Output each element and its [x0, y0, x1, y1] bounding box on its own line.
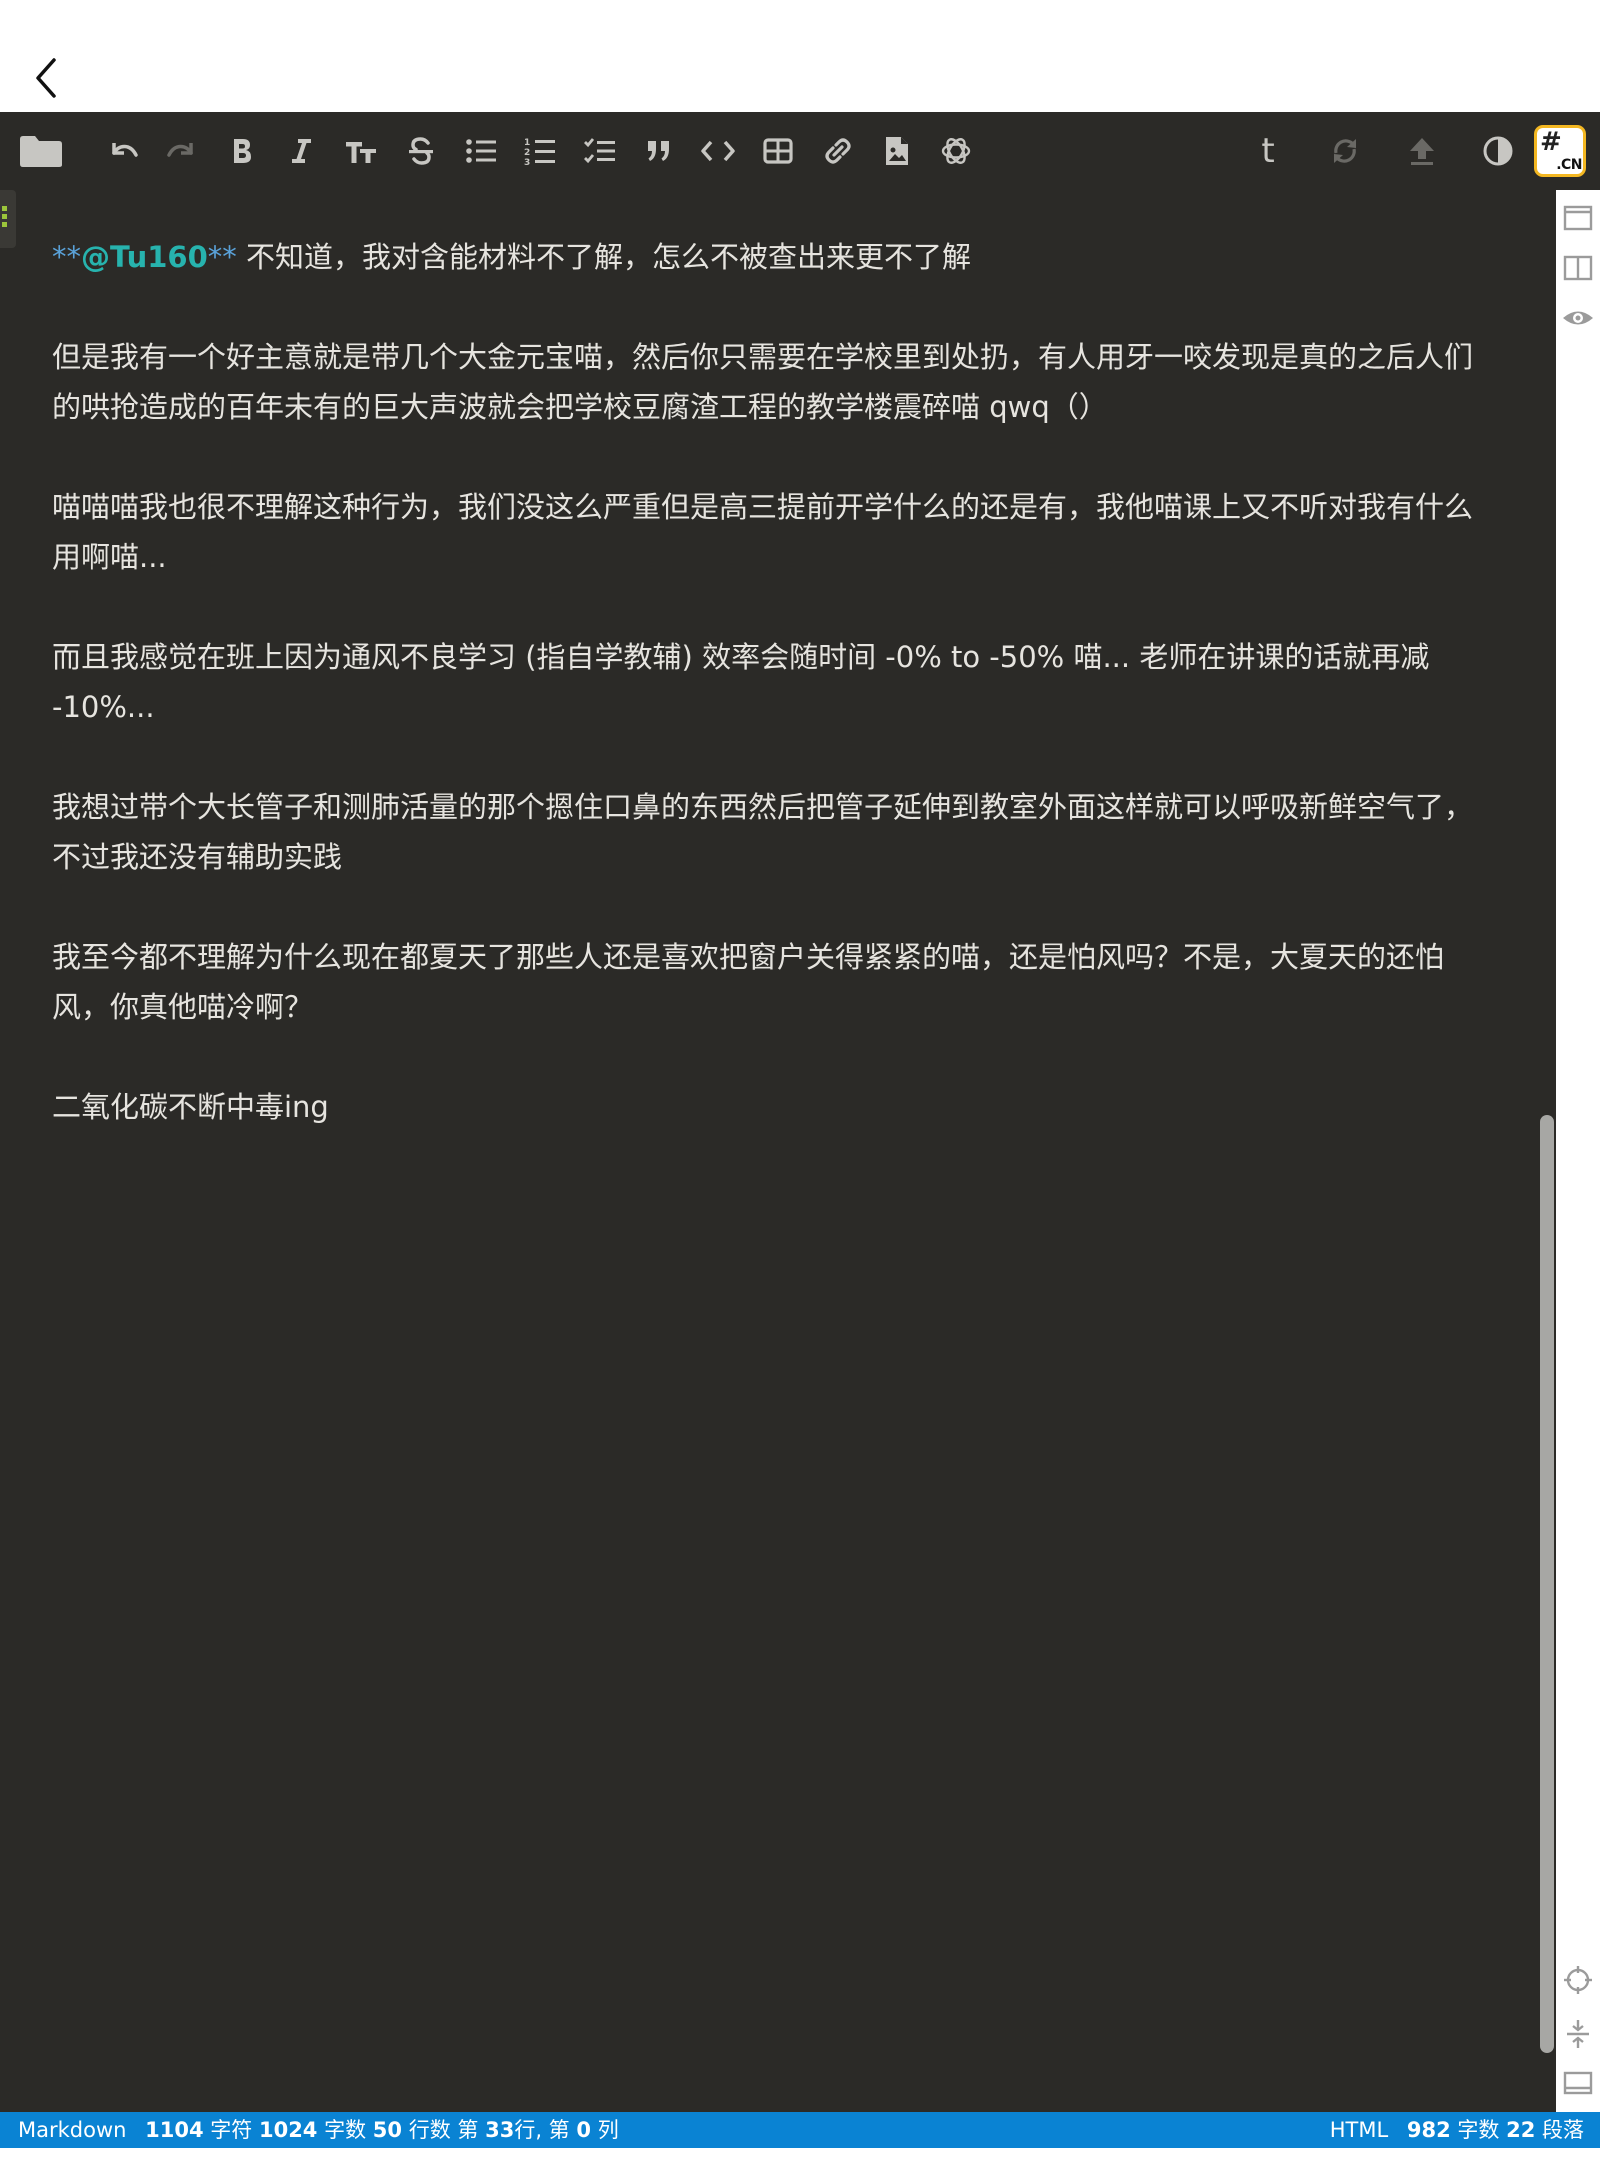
- svg-text:2: 2: [524, 148, 530, 158]
- editor-scrollbar[interactable]: [1540, 1115, 1554, 2053]
- paragraph-5: 我想过带个大长管子和测肺活量的那个摁住口鼻的东西然后把管子延伸到教室外面这样就可…: [52, 790, 1474, 874]
- markdown-bold-marker: **: [52, 240, 81, 274]
- user-mention: @Tu160: [81, 240, 208, 274]
- paragraph-6: 我至今都不理解为什么现在都夏天了那些人还是喜欢把窗户关得紧紧的喵，还是怕风吗？不…: [52, 940, 1445, 1024]
- site-logo: # .CN: [1537, 128, 1583, 174]
- paragraph-1: **@Tu160** 不知道，我对含能材料不了解，怎么不被查出来更不了解: [52, 232, 1492, 282]
- theme-button[interactable]: [1473, 126, 1523, 176]
- sync-icon: [1334, 139, 1356, 163]
- top-bar: [0, 0, 1600, 112]
- view-sidebar: [1556, 190, 1600, 2112]
- strikethrough-icon: [409, 137, 433, 165]
- image-button[interactable]: [872, 126, 922, 176]
- redo-icon: [167, 143, 193, 157]
- editor-mode: Markdown: [18, 2118, 127, 2142]
- image-icon: [886, 137, 908, 165]
- svg-text:3: 3: [524, 158, 530, 166]
- sync-scroll-button[interactable]: [1560, 2016, 1596, 2052]
- paragraph-count-label: 段落: [1542, 2118, 1584, 2142]
- markdown-bold-marker-close: **: [207, 240, 237, 274]
- bullet-list-icon: [466, 139, 496, 163]
- status-left: Markdown 1104 字符 1024 字数 50 行数 第 33行, 第 …: [18, 2112, 619, 2148]
- word-count-label: 字数: [324, 2118, 367, 2142]
- table-button[interactable]: [753, 126, 803, 176]
- char-count-label: 字符: [210, 2118, 253, 2142]
- ai-button[interactable]: [931, 126, 981, 176]
- bottom-area: [0, 2148, 1600, 2176]
- bold-icon: [234, 139, 251, 163]
- status-right: HTML 982 字数 22 段落: [1330, 2112, 1584, 2148]
- split-view-icon: [1563, 255, 1593, 281]
- cursor-pos-prefix: 第: [457, 2118, 479, 2142]
- quote-button[interactable]: [634, 126, 684, 176]
- upload-button[interactable]: [1397, 126, 1447, 176]
- paragraph-7: 二氧化碳不断中毒ing: [52, 1090, 329, 1124]
- split-view-button[interactable]: [1560, 250, 1596, 286]
- cursor-col: 0: [576, 2118, 591, 2142]
- quote-icon: [648, 141, 669, 161]
- preview-icon: [1563, 311, 1593, 325]
- redo-button[interactable]: [157, 126, 207, 176]
- bullet-list-button[interactable]: [456, 126, 506, 176]
- paragraph-4: 而且我感觉在班上因为通风不良学习 (指自学教辅) 效率会随时间 -0% to -…: [52, 640, 1430, 724]
- preview-button[interactable]: [1560, 300, 1596, 336]
- link-button[interactable]: [813, 126, 863, 176]
- preview-word-count: 982: [1406, 2118, 1451, 2142]
- cursor-line-label: 行, 第: [514, 2118, 570, 2142]
- strikethrough-button[interactable]: [396, 126, 446, 176]
- bold-button[interactable]: [217, 126, 267, 176]
- ai-icon: [941, 138, 971, 164]
- table-icon: [763, 138, 793, 164]
- upload-icon: [1410, 138, 1434, 165]
- editor-only-button[interactable]: [1560, 200, 1596, 236]
- line-count: 50: [372, 2118, 403, 2142]
- editor-only-icon: [1563, 205, 1593, 231]
- code-button[interactable]: [693, 126, 743, 176]
- chevron-left-icon: [36, 58, 56, 98]
- char-count: 1104: [145, 2118, 204, 2142]
- folder-icon: [20, 136, 62, 167]
- paragraph-count: 22: [1506, 2118, 1536, 2142]
- numbered-list-icon: 1 2 3: [524, 138, 555, 166]
- checklist-button[interactable]: [575, 126, 625, 176]
- status-bar: Markdown 1104 字符 1024 字数 50 行数 第 33行, 第 …: [0, 2112, 1600, 2148]
- logo-cn-text: .CN: [1556, 157, 1582, 173]
- undo-icon: [112, 143, 138, 157]
- sync-scroll-icon: [1567, 2020, 1589, 2048]
- editor-toolbar: 1 2 3 t: [0, 112, 1600, 190]
- word-count: 1024: [258, 2118, 318, 2142]
- site-logo-button[interactable]: # .CN: [1534, 125, 1586, 177]
- theme-icon: [1483, 136, 1513, 166]
- editor-content[interactable]: **@Tu160** 不知道，我对含能材料不了解，怎么不被查出来更不了解 但是我…: [52, 232, 1492, 1182]
- locate-button[interactable]: [1560, 1962, 1596, 1998]
- italic-button[interactable]: [276, 126, 326, 176]
- paragraph-1-text: 不知道，我对含能材料不了解，怎么不被查出来更不了解: [236, 240, 972, 274]
- heading-icon: [346, 142, 376, 163]
- paragraph-3: 喵喵喵我也很不理解这种行为，我们没这么严重但是高三提前开学什么的还是有，我他喵课…: [52, 490, 1474, 574]
- locate-icon: [1564, 1966, 1592, 1994]
- fullscreen-icon: [1563, 2071, 1593, 2095]
- preview-mode: HTML: [1329, 2118, 1389, 2142]
- cursor-line: 33: [485, 2118, 515, 2142]
- paragraph-2: 但是我有一个好主意就是带几个大金元宝喵，然后你只需要在学校里到处扔，有人用牙一咬…: [52, 340, 1474, 424]
- back-button[interactable]: [26, 52, 66, 104]
- line-count-label: 行数: [408, 2118, 451, 2142]
- cursor-col-label: 列: [597, 2118, 619, 2142]
- link-icon: [825, 138, 851, 164]
- t-icon: t: [1261, 131, 1275, 171]
- heading-button[interactable]: [336, 126, 386, 176]
- sync-button[interactable]: [1320, 126, 1370, 176]
- svg-text:1: 1: [524, 138, 530, 148]
- folder-button[interactable]: [15, 126, 67, 176]
- undo-button[interactable]: [98, 126, 148, 176]
- preview-word-label: 字数: [1457, 2118, 1500, 2142]
- checklist-icon: [584, 138, 615, 164]
- t-button[interactable]: t: [1243, 126, 1293, 176]
- gutter-fold-marker[interactable]: [0, 190, 16, 248]
- numbered-list-button[interactable]: 1 2 3: [515, 126, 565, 176]
- italic-icon: [292, 139, 311, 163]
- code-icon: [701, 140, 735, 162]
- fullscreen-button[interactable]: [1560, 2066, 1596, 2102]
- logo-hash-text: #: [1540, 128, 1562, 157]
